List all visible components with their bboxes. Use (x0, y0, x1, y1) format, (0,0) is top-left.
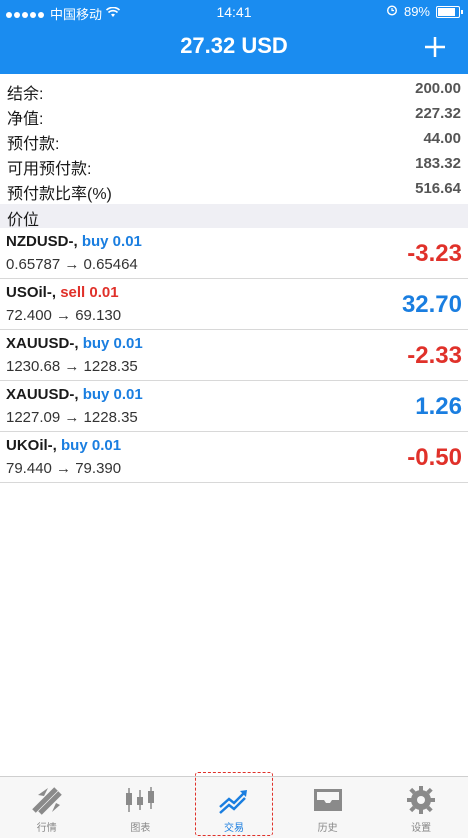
position-profit: 1.26 (415, 393, 462, 420)
battery-icon (436, 5, 463, 18)
position-row[interactable]: NZDUSD-, buy 0.01 0.65787 → 0.65464 -3.2… (0, 228, 468, 279)
page-title: 27.32 USD (180, 33, 288, 58)
position-side: buy 0.01 (61, 437, 122, 454)
status-right: 89% (386, 4, 463, 19)
position-symbol-line: UKOil-, buy 0.01 (6, 437, 121, 454)
position-symbol: XAUUSD-, (6, 386, 79, 403)
tab-label: 历史 (317, 823, 338, 834)
battery-percent: 89% (403, 4, 430, 19)
settings-icon (407, 786, 436, 814)
summary-row-balance: 结余: 200.00 (0, 78, 468, 103)
tab-settings[interactable]: 设置 (374, 777, 468, 838)
positions-section-header: 价位 (0, 204, 468, 229)
summary-row-equity: 净值: 227.32 (0, 103, 468, 128)
plus-icon (425, 37, 445, 57)
position-profit: -0.50 (407, 444, 462, 471)
status-bar: 中国移动 14:41 89% (0, 0, 468, 24)
positions-list: NZDUSD-, buy 0.01 0.65787 → 0.65464 -3.2… (0, 228, 468, 483)
alarm-icon (386, 4, 398, 19)
position-row[interactable]: UKOil-, buy 0.01 79.440 → 79.390 -0.50 (0, 432, 468, 483)
position-prices: 1227.09 → 1228.35 (6, 409, 138, 426)
position-symbol-line: NZDUSD-, buy 0.01 (6, 233, 142, 250)
position-symbol: UKOil-, (6, 437, 57, 454)
tab-history[interactable]: 历史 (281, 777, 375, 838)
position-side: buy 0.01 (81, 233, 142, 250)
position-side: buy 0.01 (82, 386, 143, 403)
tab-bar: 行情 图表 交易 历史 设置 (0, 772, 468, 838)
summary-label: 结余: (7, 86, 44, 103)
account-summary: 结余: 200.00 净值: 227.32 预付款: 44.00 可用预付款: … (0, 78, 468, 203)
position-row[interactable]: USOil-, sell 0.01 72.400 → 69.130 32.70 (0, 279, 468, 330)
position-row[interactable]: XAUUSD-, buy 0.01 1227.09 → 1228.35 1.26 (0, 381, 468, 432)
summary-label: 预付款: (7, 136, 60, 153)
summary-row-margin: 预付款: 44.00 (0, 128, 468, 153)
summary-value: 227.32 (415, 105, 461, 122)
summary-value: 200.00 (415, 80, 461, 97)
summary-label: 预付款比率(%) (7, 186, 112, 203)
section-title: 价位 (7, 212, 40, 229)
history-icon (313, 789, 342, 811)
position-symbol-line: XAUUSD-, buy 0.01 (6, 335, 143, 352)
position-prices: 72.400 → 69.130 (6, 307, 122, 324)
position-prices: 1230.68 → 1228.35 (6, 358, 138, 375)
tab-trade[interactable]: 交易 (187, 772, 281, 838)
position-symbol-line: USOil-, sell 0.01 (6, 284, 119, 301)
position-symbol: NZDUSD-, (6, 233, 78, 250)
tab-chart[interactable]: 图表 (94, 777, 188, 838)
tab-label: 交易 (223, 823, 244, 834)
position-side: buy 0.01 (82, 335, 143, 352)
summary-row-margin-level: 预付款比率(%) 516.64 (0, 178, 468, 203)
nav-bar: 27.32 USD (0, 24, 468, 74)
position-symbol-line: XAUUSD-, buy 0.01 (6, 386, 143, 403)
position-side: sell 0.01 (60, 284, 119, 301)
position-symbol: USOil-, (6, 284, 57, 301)
summary-label: 净值: (7, 111, 44, 128)
position-row[interactable]: XAUUSD-, buy 0.01 1230.68 → 1228.35 -2.3… (0, 330, 468, 381)
position-prices: 0.65787 → 0.65464 (6, 256, 138, 273)
position-symbol: XAUUSD-, (6, 335, 79, 352)
summary-row-free-margin: 可用预付款: 183.32 (0, 153, 468, 178)
tab-label: 行情 (36, 823, 57, 834)
tab-label: 图表 (130, 823, 151, 834)
position-prices: 79.440 → 79.390 (6, 460, 122, 477)
summary-value: 516.64 (415, 180, 461, 197)
quotes-icon (32, 787, 62, 815)
chart-icon (126, 787, 155, 812)
trade-icon (219, 790, 247, 814)
tab-quotes[interactable]: 行情 (0, 777, 94, 838)
summary-value: 44.00 (423, 130, 461, 147)
summary-label: 可用预付款: (7, 161, 92, 178)
summary-value: 183.32 (415, 155, 461, 172)
position-profit: 32.70 (401, 291, 462, 318)
add-order-button[interactable] (424, 30, 446, 64)
tab-label: 设置 (411, 823, 432, 834)
position-profit: -3.23 (407, 240, 462, 267)
position-profit: -2.33 (407, 342, 462, 369)
